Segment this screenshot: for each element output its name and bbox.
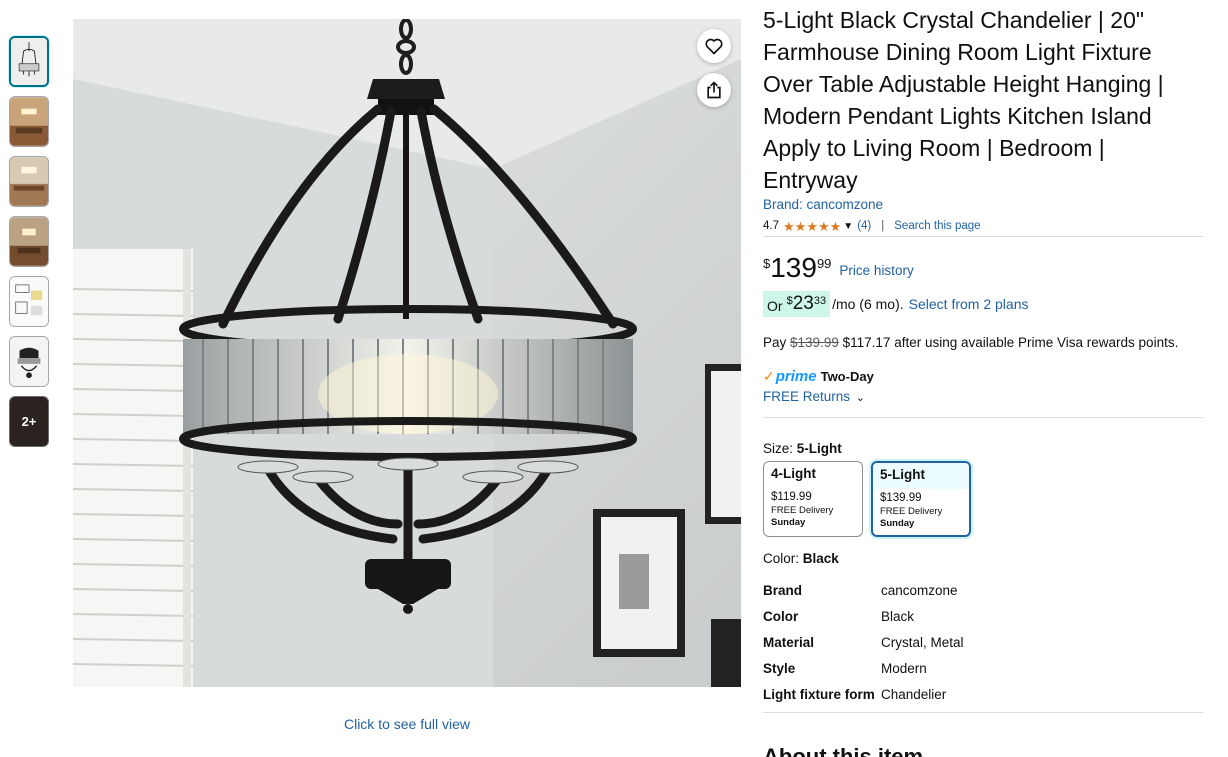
chevron-down-icon: ⌄ (855, 392, 866, 404)
spec-table: Brand cancomzone Color Black Material Cr… (763, 582, 1203, 704)
rating-value: 4.7 (763, 220, 779, 232)
spec-row: Style Modern (763, 660, 1203, 678)
thumbnail-strip: 2+ (9, 36, 49, 456)
spec-value: cancomzone (881, 583, 958, 598)
spec-value: Crystal, Metal (881, 635, 964, 650)
thumbnail-2[interactable] (9, 96, 49, 147)
pay-original-price: $139.99 (790, 335, 839, 350)
thumbnail-3[interactable] (9, 156, 49, 207)
monthly-payment: Or $ 23 33 /mo (6 mo). Select from 2 pla… (763, 291, 1203, 317)
prime-badge: ✓ prime Two-Day (763, 368, 1203, 385)
size-option-delivery: FREE Delivery (771, 505, 834, 516)
star-rating[interactable]: ★ ★ ★ ★ ★ (783, 220, 841, 233)
price-whole: 139 (770, 252, 817, 283)
prime-check-icon: ✓ (763, 368, 775, 384)
search-page-link[interactable]: Search this page (894, 220, 980, 232)
price-history-link[interactable]: Price history (839, 263, 913, 278)
monthly-whole: 23 (792, 293, 814, 314)
half-star-icon: ★ (829, 218, 842, 234)
thumbnail-4[interactable] (9, 216, 49, 267)
size-option-day: Sunday (771, 517, 806, 528)
spec-value: Chandelier (881, 687, 947, 702)
star-icon: ★ (783, 218, 795, 234)
thumbnail-1[interactable] (9, 36, 49, 87)
size-option-day: Sunday (880, 518, 915, 529)
main-product-image[interactable] (73, 19, 741, 687)
share-button[interactable] (697, 73, 731, 107)
spec-key: Material (763, 635, 815, 650)
spec-row: Brand cancomzone (763, 582, 1203, 600)
size-option-delivery: FREE Delivery (880, 506, 943, 517)
color-label-text: Color: (763, 551, 800, 566)
prime-visa-offer: Pay $139.99 $117.17 after using availabl… (763, 335, 1203, 350)
rating-count-link[interactable]: (4) (857, 220, 871, 232)
star-icon: ★ (794, 218, 807, 234)
thumbnail-5[interactable] (9, 276, 49, 327)
price-fraction: 99 (816, 256, 832, 271)
size-label-text: Size: (763, 441, 794, 456)
spec-value: Black (881, 609, 915, 624)
monthly-fraction: 33 (813, 295, 827, 307)
monthly-chip: Or $ 23 33 (763, 291, 831, 317)
color-selected: Black (802, 551, 839, 566)
color-label: Color: Black (763, 551, 1203, 566)
size-label: Size: 5-Light (763, 441, 1203, 456)
spec-row: Material Crystal, Metal (763, 634, 1203, 652)
price-symbol: $ (763, 256, 771, 271)
spec-value: Modern (881, 661, 927, 676)
product-title: 5-Light Black Crystal Chandelier | 20" F… (763, 7, 1164, 193)
star-icon: ★ (806, 218, 818, 234)
price: $ 139 99 Price history (763, 253, 1203, 285)
select-plans-link[interactable]: Select from 2 plans (909, 296, 1029, 312)
spec-row: Color Black (763, 608, 1203, 626)
star-icon: ★ (817, 218, 830, 234)
prime-logo: prime (775, 368, 817, 385)
divider (763, 236, 1203, 237)
pay-suffix: after using available Prime Visa rewards… (894, 335, 1179, 350)
divider (763, 417, 1203, 418)
spec-key: Style (763, 661, 796, 676)
brand-link[interactable]: Brand: cancomzone (763, 197, 1203, 212)
spec-key: Light fixture form (763, 687, 875, 702)
size-option-5-light[interactable]: 5-Light $139.99 FREE Delivery Sunday (871, 461, 971, 537)
full-view-link[interactable]: Click to see full view (73, 716, 741, 732)
chandelier-image (73, 19, 741, 687)
size-options: 4-Light $119.99 FREE Delivery Sunday 5-L… (763, 461, 1203, 537)
spec-key: Color (763, 609, 799, 624)
size-option-name: 5-Light (873, 463, 969, 489)
size-selected: 5-Light (796, 441, 842, 456)
wishlist-heart-button[interactable] (697, 29, 731, 63)
separator: | (881, 220, 885, 232)
chevron-down-icon[interactable]: ▼ (843, 221, 853, 232)
rating-row: 4.7 ★ ★ ★ ★ ★ ▼ (4) | Search this page (763, 218, 1203, 234)
size-option-price: $119.99 (771, 491, 812, 503)
product-details: 5-Light Black Crystal Chandelier | 20" F… (763, 4, 1203, 713)
thumbnail-more-label: 2+ (21, 414, 37, 429)
about-heading: About this item (763, 744, 924, 757)
spec-key: Brand (763, 583, 803, 598)
delivery-speed: Two-Day (820, 369, 874, 384)
size-option-name: 4-Light (771, 466, 816, 481)
size-option-4-light[interactable]: 4-Light $119.99 FREE Delivery Sunday (763, 461, 863, 537)
thumbnail-6[interactable] (9, 336, 49, 387)
size-option-price: $139.99 (880, 492, 922, 504)
spec-row: Light fixture form Chandelier (763, 686, 1203, 704)
thumbnail-more[interactable]: 2+ (9, 396, 49, 447)
divider (763, 712, 1203, 713)
monthly-or: Or (767, 298, 783, 314)
monthly-term: /mo (6 mo). (832, 296, 904, 312)
share-icon (707, 81, 721, 99)
pay-discounted-price: $117.17 (842, 335, 891, 350)
pay-prefix: Pay (763, 335, 787, 350)
free-returns-link[interactable]: FREE Returns ⌄ (763, 389, 1203, 404)
free-returns-label: FREE Returns (763, 389, 851, 404)
heart-icon (705, 38, 723, 55)
